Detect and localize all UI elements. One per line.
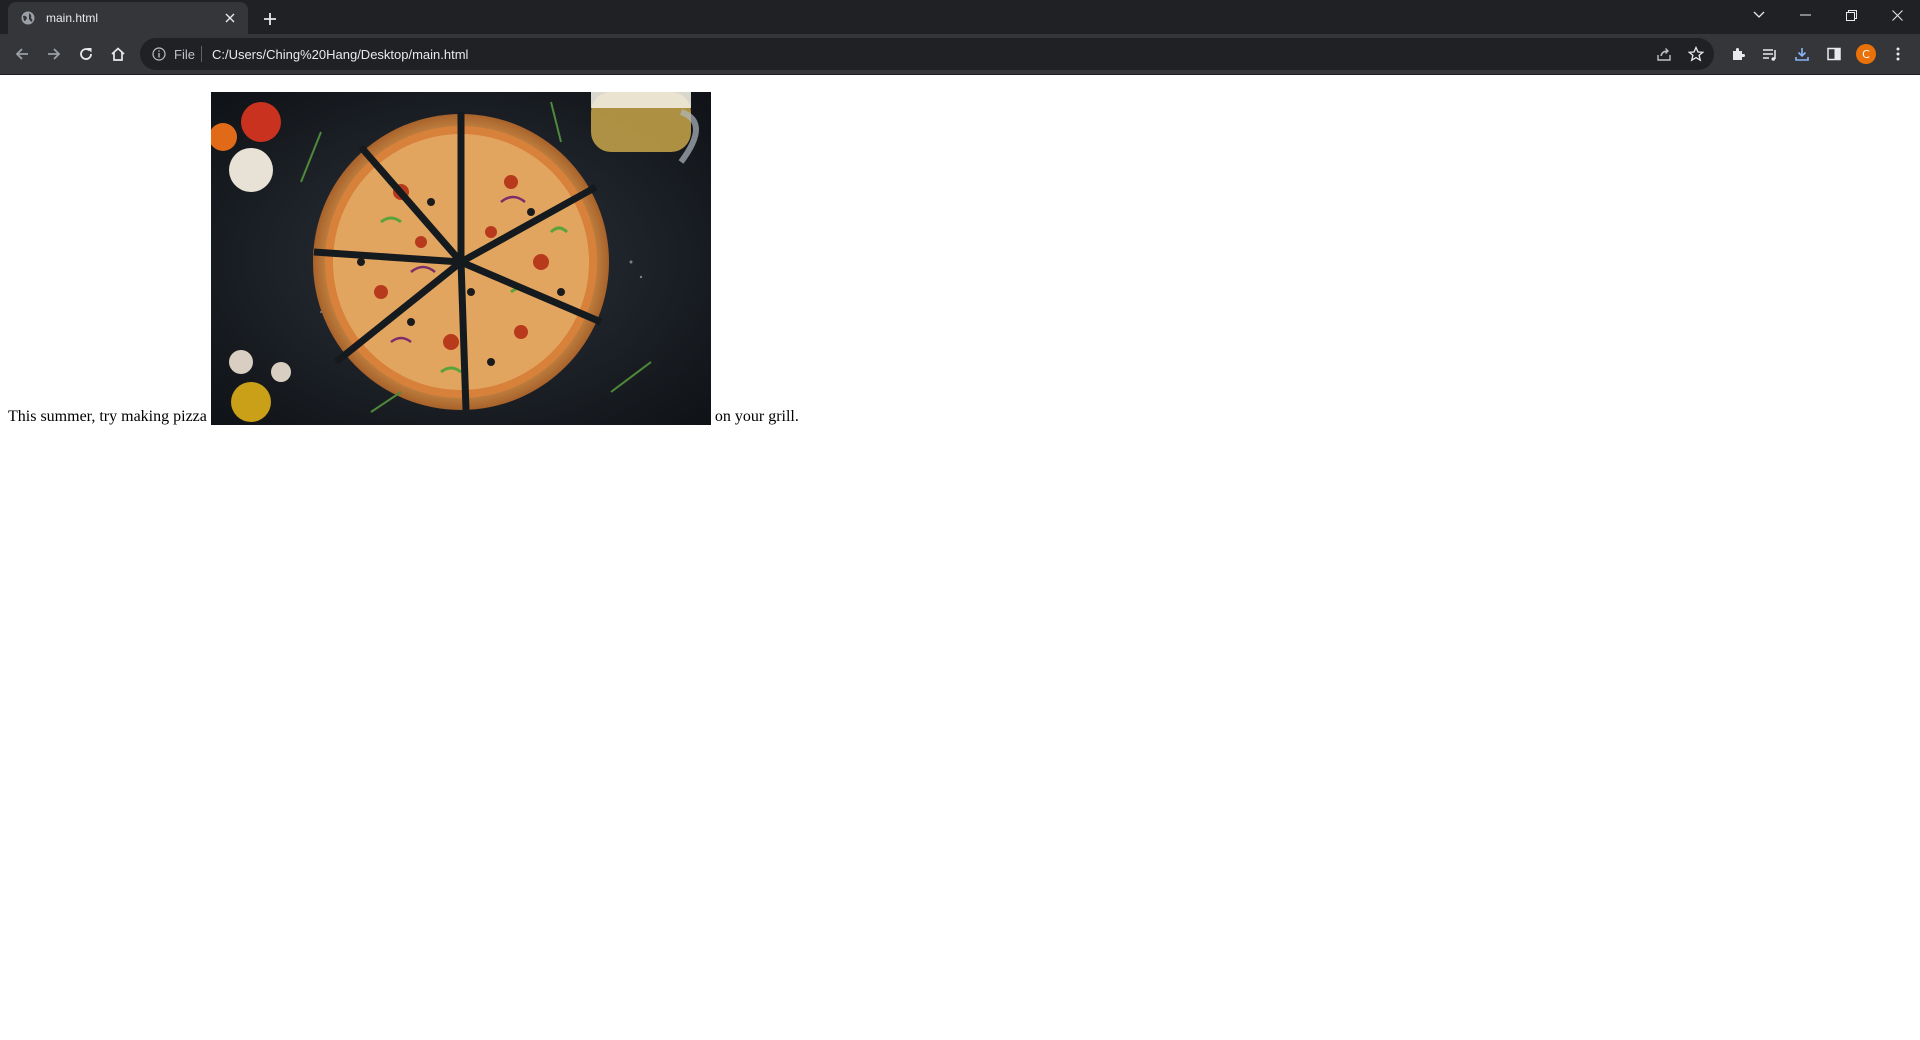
home-button[interactable]: [104, 40, 132, 68]
side-panel-icon[interactable]: [1818, 40, 1850, 68]
scheme-label: File: [174, 46, 195, 62]
address-bar[interactable]: File C:/Users/Ching%20Hang/Desktop/main.…: [140, 38, 1714, 70]
reading-list-icon[interactable]: [1754, 40, 1786, 68]
menu-kebab-icon[interactable]: [1882, 40, 1914, 68]
page-body: This summer, try making pizza on your gr…: [8, 92, 799, 425]
minimize-button[interactable]: [1782, 0, 1828, 30]
info-icon[interactable]: [150, 45, 168, 63]
reload-button[interactable]: [72, 40, 100, 68]
back-button[interactable]: [8, 40, 36, 68]
home-icon: [111, 47, 125, 61]
close-window-button[interactable]: [1874, 0, 1920, 30]
back-arrow-icon: [15, 48, 28, 60]
new-tab-button[interactable]: [256, 5, 284, 33]
chevron-down-icon: [1753, 11, 1765, 18]
avatar: C: [1856, 44, 1876, 64]
plus-icon: [264, 13, 276, 25]
url-text[interactable]: C:/Users/Ching%20Hang/Desktop/main.html: [212, 47, 1650, 62]
minimize-icon: [1799, 14, 1811, 16]
bookmark-star-icon[interactable]: [1682, 40, 1710, 68]
tab-title: main.html: [46, 11, 99, 25]
browser-window: main.html File C:/Users/Ching%20Hang/Des…: [0, 0, 1920, 1040]
tab-search-button[interactable]: [1736, 0, 1782, 30]
content-line: This summer, try making pizza on your gr…: [8, 92, 799, 425]
restore-button[interactable]: [1828, 0, 1874, 30]
close-icon: [1891, 9, 1903, 21]
tab-strip: main.html: [0, 0, 1920, 34]
window-controls: [1736, 0, 1920, 30]
share-icon[interactable]: [1650, 40, 1678, 68]
toolbar: File C:/Users/Ching%20Hang/Desktop/main.…: [0, 34, 1920, 75]
page-viewport: This summer, try making pizza on your gr…: [0, 76, 1920, 1040]
tab-main-html[interactable]: main.html: [8, 2, 248, 34]
text-before-image: This summer, try making pizza: [8, 408, 207, 425]
extensions-icon[interactable]: [1722, 40, 1754, 68]
reload-icon: [80, 48, 92, 60]
globe-icon: [20, 10, 36, 26]
close-icon[interactable]: [218, 6, 242, 30]
omnibox-divider: [200, 46, 202, 62]
text-after-image: on your grill.: [714, 408, 799, 425]
download-icon[interactable]: [1786, 40, 1818, 68]
toolbar-actions: C: [1722, 40, 1914, 68]
profile-button[interactable]: C: [1850, 40, 1882, 68]
forward-arrow-icon: [48, 48, 61, 60]
restore-icon: [1845, 9, 1857, 21]
pizza-image: [210, 92, 711, 425]
forward-button[interactable]: [40, 40, 68, 68]
